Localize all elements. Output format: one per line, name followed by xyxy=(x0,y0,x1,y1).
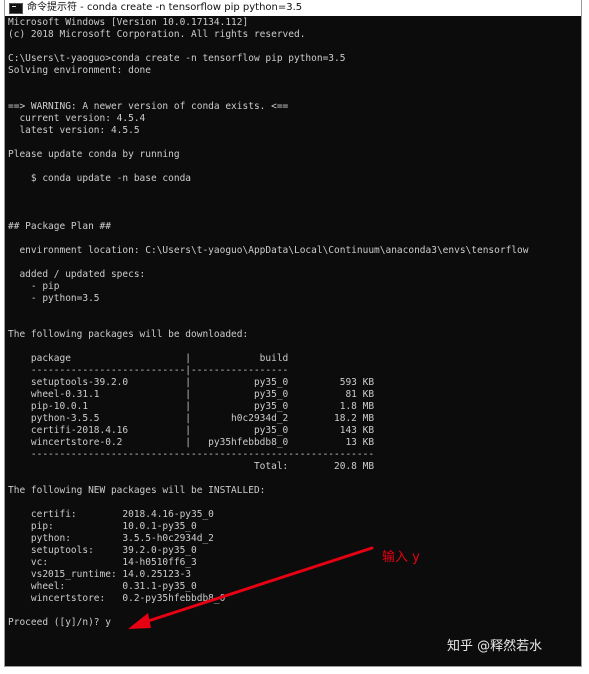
window-titlebar[interactable]: 命令提示符 - conda create -n tensorflow pip p… xyxy=(5,0,581,16)
annotation-label: 输入 y xyxy=(382,550,420,565)
console-line: wincertstore-0.2 | py35hfebbdb8_0 13 KB xyxy=(8,437,375,448)
console-line: pip: 10.0.1-py35_0 xyxy=(8,521,197,532)
cmd-icon xyxy=(9,2,23,14)
console-line: environment location: C:\Users\t-yaoguo\… xyxy=(8,245,529,256)
console-line: python-3.5.5 | h0c2934d_2 18.2 MB xyxy=(8,413,375,424)
console-line: python: 3.5.5-h0c2934d_2 xyxy=(8,533,214,544)
console-line: setuptools-39.2.0 | py35_0 593 KB xyxy=(8,377,375,388)
console-line: pip-10.0.1 | py35_0 1.8 MB xyxy=(8,401,375,412)
console-line: latest version: 4.5.5 xyxy=(8,125,140,136)
console-line: ==> WARNING: A newer version of conda ex… xyxy=(8,101,289,112)
console-line: vs2015_runtime: 14.0.25123-3 xyxy=(8,569,192,580)
watermark: 知乎 @释然若水 xyxy=(447,639,543,654)
console-line: (c) 2018 Microsoft Corporation. All righ… xyxy=(8,29,306,40)
console-line: The following packages will be downloade… xyxy=(8,329,249,340)
console-line: ## Package Plan ## xyxy=(8,221,111,232)
console-line: Total: 20.8 MB xyxy=(8,461,375,472)
console-line: Microsoft Windows [Version 10.0.17134.11… xyxy=(8,17,249,28)
console-line: setuptools: 39.2.0-py35_0 xyxy=(8,545,197,556)
console-line: ----------------------------------------… xyxy=(8,449,375,460)
console-line: Solving environment: done xyxy=(8,65,151,76)
console-line: current version: 4.5.4 xyxy=(8,113,146,124)
console-line: Please update conda by running xyxy=(8,149,180,160)
console-line: wincertstore: 0.2-py35hfebbdb8_0 xyxy=(8,593,226,604)
command-prompt-window[interactable]: 命令提示符 - conda create -n tensorflow pip p… xyxy=(5,0,581,666)
console-line: wheel-0.31.1 | py35_0 81 KB xyxy=(8,389,375,400)
console-line: - python=3.5 xyxy=(8,293,100,304)
console-line: The following NEW packages will be INSTA… xyxy=(8,485,266,496)
console-line: - pip xyxy=(8,281,60,292)
console-line: $ conda update -n base conda xyxy=(8,173,192,184)
console-line: ---------------------------|------------… xyxy=(8,365,289,376)
console-line: wheel: 0.31.1-py35_0 xyxy=(8,581,197,592)
console-line: certifi: 2018.4.16-py35_0 xyxy=(8,509,214,520)
console-line: certifi-2018.4.16 | py35_0 143 KB xyxy=(8,425,375,436)
console-output[interactable]: Microsoft Windows [Version 10.0.17134.11… xyxy=(5,16,581,629)
console-line: vc: 14-h0510ff6_3 xyxy=(8,557,197,568)
console-line: C:\Users\t-yaoguo>conda create -n tensor… xyxy=(8,53,346,64)
console-line: added / updated specs: xyxy=(8,269,146,280)
console-line: Proceed ([y]/n)? y xyxy=(8,617,111,628)
console-line: package | build xyxy=(8,353,289,364)
window-title: 命令提示符 - conda create -n tensorflow pip p… xyxy=(27,2,303,13)
